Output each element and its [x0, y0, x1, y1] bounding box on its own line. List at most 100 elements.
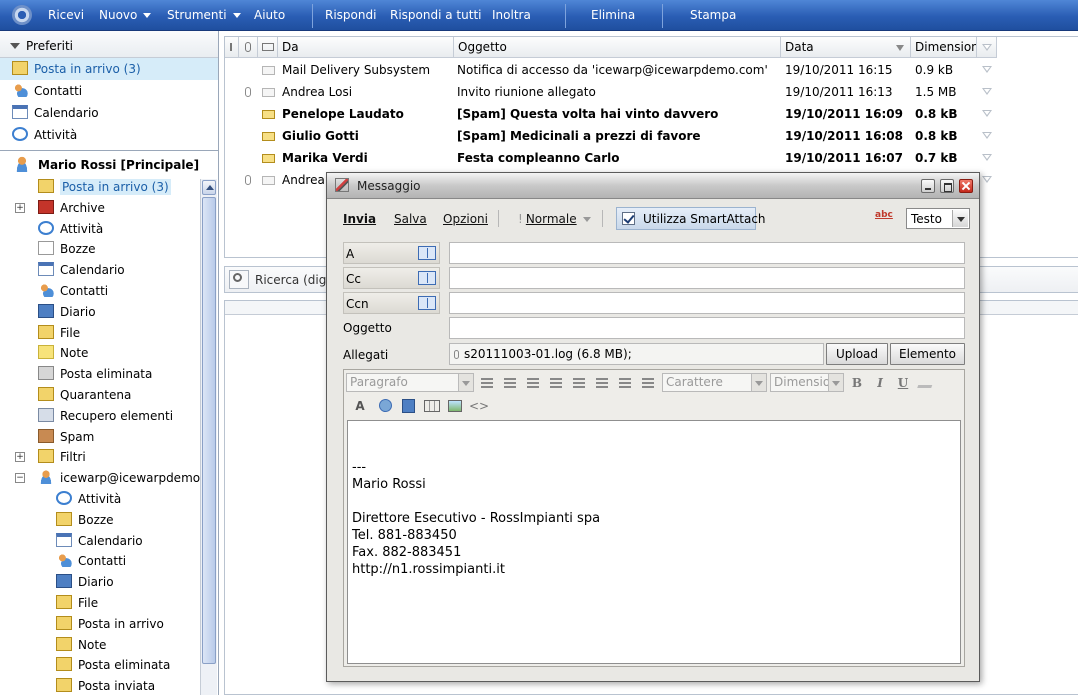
- expand-icon[interactable]: +: [15, 202, 25, 213]
- bcc-field[interactable]: [449, 292, 965, 314]
- col-from[interactable]: Da: [278, 37, 454, 58]
- favorite-contacts[interactable]: Contatti: [0, 80, 218, 102]
- favorite-calendar[interactable]: Calendario: [0, 102, 218, 124]
- folder-spam[interactable]: Spam: [0, 427, 200, 448]
- forward-button[interactable]: Inoltra: [492, 8, 531, 22]
- col-status[interactable]: [258, 37, 278, 58]
- options-button[interactable]: Opzioni: [443, 212, 488, 226]
- message-body[interactable]: --- Mario Rossi Direttore Esecutivo - Ro…: [347, 420, 961, 664]
- folder-deleted[interactable]: Posta eliminata: [0, 364, 200, 385]
- bold-icon[interactable]: B: [848, 375, 866, 391]
- app-logo-icon[interactable]: [12, 5, 32, 25]
- folder2-sent[interactable]: Posta inviata: [0, 676, 200, 695]
- folder2-contacts[interactable]: Contatti: [0, 551, 200, 572]
- to-button[interactable]: A: [343, 242, 440, 264]
- cc-button[interactable]: Cc: [343, 267, 440, 289]
- col-size[interactable]: Dimensioni: [911, 37, 977, 58]
- priority-dropdown[interactable]: ! Normale: [518, 212, 591, 226]
- col-date[interactable]: Data: [781, 37, 911, 58]
- align-center-icon[interactable]: [501, 375, 519, 391]
- format-select[interactable]: Testo: [906, 208, 970, 229]
- message-row[interactable]: Penelope Laudato [Spam] Questa volta hai …: [225, 103, 1078, 125]
- folder2-calendar[interactable]: Calendario: [0, 531, 200, 552]
- maximize-icon[interactable]: [940, 179, 954, 193]
- align-right-icon[interactable]: [524, 375, 542, 391]
- size-select[interactable]: Dimension: [770, 373, 844, 392]
- indent-icon[interactable]: [639, 375, 657, 391]
- align-left-icon[interactable]: [478, 375, 496, 391]
- dialog-titlebar[interactable]: Messaggio: [327, 173, 979, 199]
- spellcheck-icon[interactable]: abc: [875, 210, 895, 226]
- collapse-icon[interactable]: −: [15, 473, 25, 484]
- folder-calendar[interactable]: Calendario: [0, 260, 200, 281]
- scroll-up-button[interactable]: [202, 180, 216, 195]
- align-justify-icon[interactable]: [547, 375, 565, 391]
- col-flag[interactable]: [977, 37, 997, 58]
- folder-journal[interactable]: Diario: [0, 302, 200, 323]
- folder-tree-scrollbar[interactable]: [200, 179, 217, 695]
- flag-icon[interactable]: [982, 66, 992, 73]
- underline-icon[interactable]: U: [894, 375, 912, 391]
- flag-icon[interactable]: [982, 176, 992, 183]
- bcc-button[interactable]: Ccn: [343, 292, 440, 314]
- folder-quarantine[interactable]: Quarantena: [0, 385, 200, 406]
- paste-word-icon[interactable]: [400, 398, 418, 414]
- close-icon[interactable]: [959, 179, 973, 193]
- highlight-icon[interactable]: [917, 375, 945, 391]
- bullet-list-icon[interactable]: [593, 375, 611, 391]
- reply-all-button[interactable]: Rispondi a tutti: [390, 8, 481, 22]
- folder-archive[interactable]: + Archive: [0, 198, 200, 219]
- flag-icon[interactable]: [982, 132, 992, 139]
- favorite-tasks[interactable]: Attività: [0, 124, 218, 146]
- attachments-field[interactable]: s20111003-01.log (6.8 MB);: [449, 343, 824, 365]
- favorites-header[interactable]: Preferiti: [0, 31, 218, 58]
- cc-field[interactable]: [449, 267, 965, 289]
- receive-button[interactable]: Ricevi: [48, 8, 84, 22]
- folder2-drafts[interactable]: Bozze: [0, 510, 200, 531]
- folder2-notes[interactable]: Note: [0, 635, 200, 656]
- source-code-icon[interactable]: <>: [469, 398, 489, 414]
- message-row[interactable]: Marika Verdi Festa compleanno Carlo 19/10/…: [225, 147, 1078, 169]
- col-subject[interactable]: Oggetto: [454, 37, 781, 58]
- folder2-tasks[interactable]: Attività: [0, 489, 200, 510]
- search-icon[interactable]: [229, 270, 249, 289]
- italic-icon[interactable]: I: [871, 375, 889, 391]
- message-row[interactable]: Mail Delivery Subsystem Notifica di acces…: [225, 59, 1078, 81]
- folder2-journal[interactable]: Diario: [0, 572, 200, 593]
- font-select[interactable]: Carattere: [662, 373, 767, 392]
- upload-button[interactable]: Upload: [826, 343, 888, 365]
- col-priority[interactable]: [225, 37, 239, 58]
- folder-recover[interactable]: Recupero elementi: [0, 406, 200, 427]
- paragraph-select[interactable]: Paragrafo: [346, 373, 474, 392]
- folder2-inbox[interactable]: Posta in arrivo: [0, 614, 200, 635]
- account-mario-rossi[interactable]: Mario Rossi [Principale]: [0, 153, 200, 177]
- flag-icon[interactable]: [982, 154, 992, 161]
- print-button[interactable]: Stampa: [690, 8, 736, 22]
- numbered-list-icon[interactable]: [570, 375, 588, 391]
- folder2-deleted[interactable]: Posta eliminata: [0, 655, 200, 676]
- folder-drafts[interactable]: Bozze: [0, 239, 200, 260]
- message-row[interactable]: Giulio Gotti [Spam] Medicinali a prezzi d…: [225, 125, 1078, 147]
- folder2-files[interactable]: File: [0, 593, 200, 614]
- image-icon[interactable]: [446, 398, 464, 414]
- subject-field[interactable]: [449, 317, 965, 339]
- tools-button[interactable]: Strumenti: [167, 8, 241, 22]
- account-icewarp[interactable]: − icewarp@icewarpdemo.c: [0, 468, 200, 489]
- folder-filters[interactable]: + Filtri: [0, 447, 200, 468]
- favorite-inbox[interactable]: Posta in arrivo (3): [0, 58, 218, 80]
- item-button[interactable]: Elemento: [890, 343, 965, 365]
- table-icon[interactable]: [423, 398, 441, 414]
- search-input[interactable]: Ricerca (digi: [255, 273, 330, 287]
- scroll-thumb[interactable]: [202, 197, 216, 664]
- send-button[interactable]: Invia: [343, 212, 376, 226]
- expand-icon[interactable]: +: [15, 452, 25, 463]
- folder-tasks[interactable]: Attività: [0, 219, 200, 240]
- minimize-icon[interactable]: [921, 179, 935, 193]
- outdent-icon[interactable]: [616, 375, 634, 391]
- link-icon[interactable]: [377, 398, 395, 414]
- flag-icon[interactable]: [982, 88, 992, 95]
- help-button[interactable]: Aiuto: [254, 8, 285, 22]
- col-attachment[interactable]: [239, 37, 258, 58]
- smartattach-toggle[interactable]: Utilizza SmartAttach: [616, 207, 766, 230]
- text-color-icon[interactable]: A: [346, 398, 374, 414]
